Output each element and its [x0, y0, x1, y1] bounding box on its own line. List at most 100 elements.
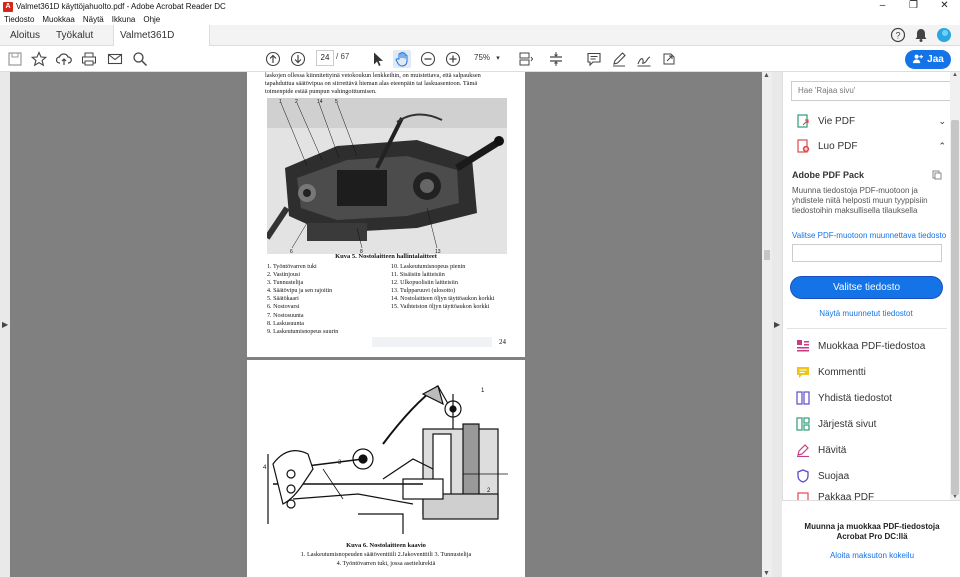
search-icon[interactable] — [131, 50, 149, 68]
menu-file[interactable]: Tiedosto — [4, 15, 34, 24]
svg-text:14: 14 — [317, 99, 323, 105]
share-button[interactable]: Jaa — [905, 50, 951, 69]
user-avatar[interactable] — [936, 27, 952, 43]
page-number-input[interactable]: 24 — [316, 50, 334, 66]
share-link-icon[interactable] — [660, 50, 678, 68]
show-converted-files-link[interactable]: Näytä muunnetut tiedostot — [782, 309, 950, 318]
tool-comment[interactable]: Kommentti — [796, 362, 946, 382]
tool-export-pdf-label: Vie PDF — [818, 115, 856, 127]
tab-home[interactable]: Aloitus — [10, 25, 40, 46]
tools-search-input[interactable]: Hae 'Rajaa sivu' — [791, 81, 951, 101]
compress-pdf-icon — [796, 492, 810, 500]
legend-item: 3. Tunnustelija — [267, 280, 304, 287]
scroll-down-icon[interactable]: ▼ — [763, 570, 770, 577]
tool-combine-files[interactable]: Yhdistä tiedostot — [796, 388, 946, 408]
choose-file-link[interactable]: Valitse PDF-muotoon muunnettava tiedosto — [792, 231, 946, 240]
zoom-in-icon[interactable] — [444, 50, 462, 68]
figure-lift-controls-photo: 1 2 14 5 6 8 13 — [267, 98, 507, 254]
tab-document[interactable]: Valmet361D käyttö... × — [113, 25, 210, 62]
legend-item: 14. Nostolaitteen öljyn täyttöaukon kork… — [391, 296, 495, 303]
menu-view[interactable]: Näytä — [83, 15, 104, 24]
comment-icon[interactable] — [585, 50, 603, 68]
tools-pane-scroll-thumb[interactable] — [951, 120, 959, 495]
tool-redact-label: Hävitä — [818, 444, 847, 456]
pdf-pack-icon — [932, 170, 942, 180]
pdf-page-24: laskojen ollessa kiinnitettyinä vetokouk… — [247, 72, 525, 357]
menu-window[interactable]: Ikkuna — [112, 15, 136, 24]
legend-item: 12. Ulkopuolisiin laitteisiin — [391, 280, 458, 287]
share-user-icon — [912, 53, 924, 67]
legend-item: 9. Laskeutumisnopeus suurin — [267, 328, 339, 335]
bookmark-star-icon[interactable] — [30, 50, 48, 68]
print-icon[interactable] — [80, 50, 98, 68]
legend-item: 2. Vastinjousi — [267, 272, 301, 279]
tool-edit-pdf-label: Muokkaa PDF-tiedostoa — [818, 340, 926, 352]
tool-compress-pdf-label: Pakkaa PDF — [818, 492, 875, 500]
save-icon[interactable] — [6, 50, 24, 68]
page-number-label: 24 — [499, 338, 506, 346]
window-controls: – ❐ ✕ — [867, 0, 960, 13]
scroll-up-icon[interactable]: ▲ — [952, 72, 958, 78]
legend-item: 10. Laskeutumisnopeus pienin — [391, 264, 466, 270]
select-file-button[interactable]: Valitse tiedosto — [791, 277, 942, 298]
figure-5-caption: Kuva 5. Nostolaitteen hallintalaitteet — [335, 253, 437, 260]
next-page-icon[interactable] — [289, 50, 307, 68]
acrobat-app-icon: A — [3, 1, 13, 12]
zoom-level-select[interactable]: 75% ▾ — [468, 50, 504, 66]
zoom-out-icon[interactable] — [419, 50, 437, 68]
document-vertical-scrollbar[interactable]: ▲ ▼ — [762, 72, 772, 577]
document-scroll-thumb[interactable] — [764, 250, 770, 260]
tool-compress-pdf[interactable]: Pakkaa PDF — [796, 492, 946, 500]
chevron-up-icon[interactable]: ⌃ — [938, 141, 946, 152]
page-layout-icon[interactable] — [517, 50, 535, 68]
tool-create-pdf-label: Luo PDF — [818, 140, 858, 152]
close-window-button[interactable]: ✕ — [929, 0, 960, 13]
organize-pages-icon — [796, 417, 810, 431]
highlight-pen-icon[interactable] — [610, 50, 628, 68]
svg-text:3: 3 — [338, 460, 342, 466]
legend-item: 15. Vaihteiston öljyn täyttöaukon korkki — [391, 304, 490, 311]
menu-edit[interactable]: Muokkaa — [42, 15, 74, 24]
free-trial-link[interactable]: Aloita maksuton kokeilu — [790, 551, 954, 560]
tool-export-pdf[interactable]: Vie PDF ⌄ — [796, 111, 946, 131]
tool-organize-pages[interactable]: Järjestä sivut — [796, 414, 946, 434]
hand-tool-icon[interactable] — [393, 50, 411, 68]
collapse-right-panel-icon[interactable]: ▶ — [774, 320, 780, 329]
file-drop-field[interactable] — [792, 244, 942, 262]
select-cursor-icon[interactable] — [369, 50, 387, 68]
tool-create-pdf[interactable]: Luo PDF ⌃ — [796, 136, 946, 156]
help-icon[interactable]: ? — [890, 27, 906, 43]
legend-item: 8. Laskusuunta — [267, 320, 304, 327]
expand-left-panel-icon[interactable]: ▶ — [2, 320, 8, 329]
upload-cloud-icon[interactable] — [55, 50, 73, 68]
notification-bell-icon[interactable] — [913, 27, 929, 43]
svg-text:1: 1 — [481, 388, 485, 394]
sign-icon[interactable] — [635, 50, 653, 68]
tool-redact[interactable]: Hävitä — [796, 440, 946, 460]
svg-text:4: 4 — [263, 465, 267, 471]
previous-page-icon[interactable] — [264, 50, 282, 68]
promo-title: Muunna ja muokkaa PDF-tiedostoja Acrobat… — [804, 522, 940, 541]
divider — [787, 328, 947, 329]
tab-tools[interactable]: Työkalut — [56, 25, 93, 46]
redact-marker-icon — [796, 443, 810, 457]
scrolling-mode-icon[interactable] — [547, 50, 565, 68]
tab-bar: Aloitus Työkalut Valmet361D käyttö... × — [0, 25, 960, 62]
scroll-up-icon[interactable]: ▲ — [763, 72, 770, 79]
create-pdf-icon — [796, 139, 810, 153]
legend-item: 11. Sisäisiin laitteisiin — [391, 272, 445, 279]
email-icon[interactable] — [106, 50, 124, 68]
menu-help[interactable]: Ohje — [143, 15, 160, 24]
tool-protect[interactable]: Suojaa — [796, 466, 946, 486]
tool-comment-label: Kommentti — [818, 366, 866, 378]
pdf-pack-description: Muunna tiedostoja PDF-muotoon ja yhdiste… — [792, 186, 928, 215]
tool-edit-pdf[interactable]: Muokkaa PDF-tiedostoa — [796, 336, 946, 356]
zoom-level-value: 75% — [474, 53, 491, 62]
svg-text:?: ? — [895, 31, 900, 41]
minimize-button[interactable]: – — [867, 0, 898, 13]
legend-item: 4. Säätövipu ja sen rajoitin — [267, 288, 333, 295]
document-viewport[interactable]: laskojen ollessa kiinnitettyinä vetokouk… — [0, 72, 772, 577]
maximize-button[interactable]: ❐ — [898, 0, 929, 13]
chevron-down-icon[interactable]: ⌄ — [938, 116, 946, 127]
combine-files-icon — [796, 391, 810, 405]
